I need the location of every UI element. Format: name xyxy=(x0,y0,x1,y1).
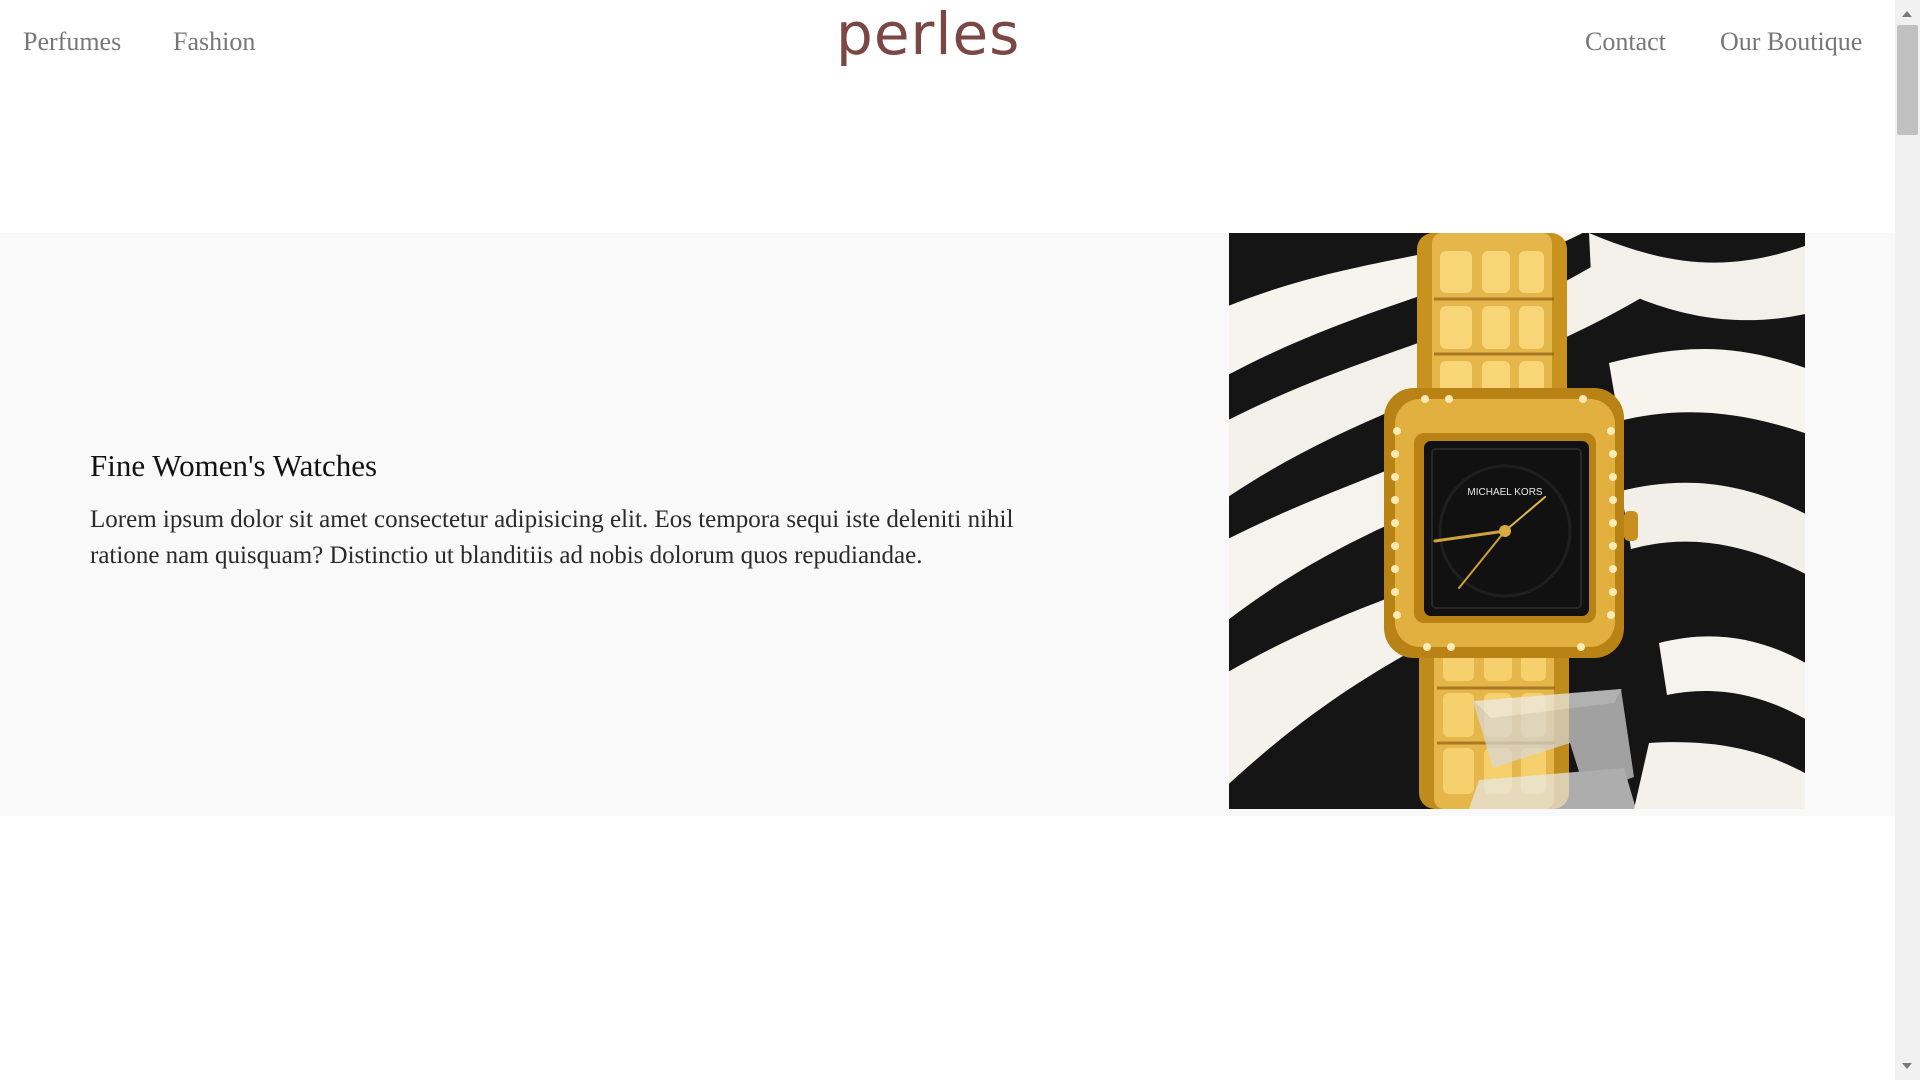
page: Perfumes Fashion perles Contact Our Bout… xyxy=(0,0,1895,1080)
nav-link-fashion[interactable]: Fashion xyxy=(173,22,255,62)
vertical-scrollbar[interactable] xyxy=(1895,0,1920,1080)
nav-link-contact[interactable]: Contact xyxy=(1585,22,1666,62)
watch-photo-illustration: MICHAEL KORS xyxy=(1229,233,1805,809)
feature-title: Fine Women's Watches xyxy=(90,448,378,483)
site-header: Perfumes Fashion perles Contact Our Bout… xyxy=(0,0,1895,84)
watch-brand-label: MICHAEL KORS xyxy=(1467,487,1543,498)
scroll-up-arrow-icon[interactable] xyxy=(1902,11,1912,17)
site-logo[interactable]: perles xyxy=(836,2,1020,66)
nav-link-perfumes[interactable]: Perfumes xyxy=(23,22,121,62)
watch-case: MICHAEL KORS xyxy=(1384,388,1638,658)
watch-image: MICHAEL KORS xyxy=(1229,233,1805,809)
scroll-down-arrow-icon[interactable] xyxy=(1902,1063,1912,1069)
feature-copy: Fine Women's Watches Lorem ipsum dolor s… xyxy=(90,446,1040,574)
feature-description: Lorem ipsum dolor sit amet consectetur a… xyxy=(90,506,1014,569)
scrollbar-thumb[interactable] xyxy=(1897,25,1918,135)
nav-link-our-boutique[interactable]: Our Boutique xyxy=(1720,22,1862,62)
